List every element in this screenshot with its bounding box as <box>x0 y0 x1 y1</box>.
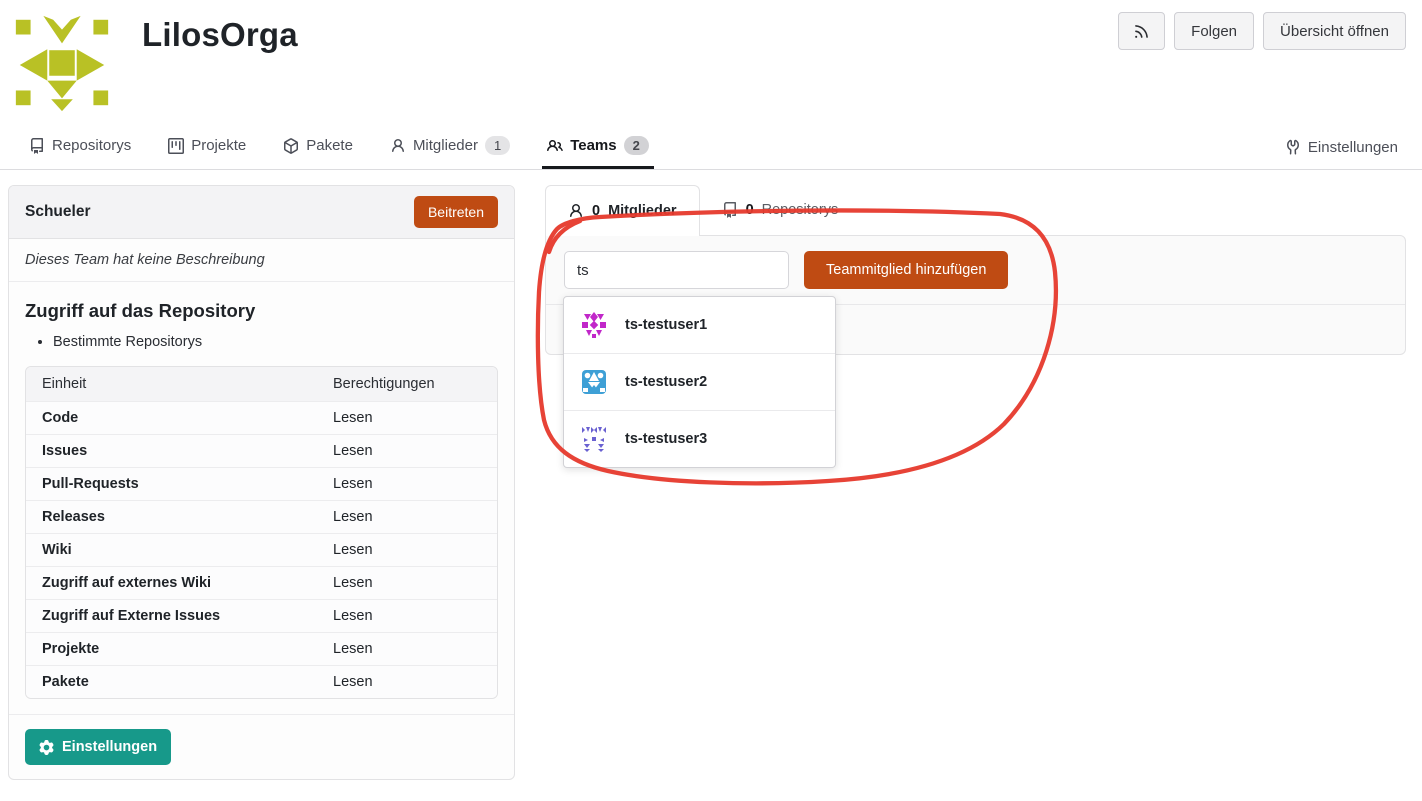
open-overview-button[interactable]: Übersicht öffnen <box>1263 12 1406 50</box>
org-avatar <box>8 8 116 116</box>
people-icon <box>547 138 563 154</box>
tools-icon <box>1285 139 1301 155</box>
team-settings-button[interactable]: Einstellungen <box>25 729 171 765</box>
teams-count-badge: 2 <box>624 136 649 155</box>
org-nav: Repositorys Projekte Pakete Mitglieder 1… <box>0 125 1422 170</box>
nav-label: Einstellungen <box>1308 139 1398 156</box>
permissions-table: Einheit Berechtigungen CodeLesen IssuesL… <box>25 366 498 699</box>
table-row: ReleasesLesen <box>26 500 497 533</box>
column-header-unit: Einheit <box>26 367 317 401</box>
nav-item-packages[interactable]: Pakete <box>278 125 358 169</box>
table-row: WikiLesen <box>26 533 497 566</box>
follow-button[interactable]: Folgen <box>1174 12 1254 50</box>
tab-members[interactable]: 0 Mitglieder <box>545 185 700 236</box>
nav-label: Pakete <box>306 137 353 154</box>
button-label: Einstellungen <box>62 739 157 755</box>
org-header: LilosOrga Folgen Übersicht öffnen <box>0 0 1422 116</box>
tab-label: Repositorys <box>762 202 839 218</box>
repo-icon <box>722 202 738 218</box>
package-icon <box>283 138 299 154</box>
table-row: PaketeLesen <box>26 665 497 698</box>
table-row: Zugriff auf externes WikiLesen <box>26 566 497 599</box>
team-description: Dieses Team hat keine Beschreibung <box>9 239 514 282</box>
tab-repositories[interactable]: 0 Repositorys <box>700 185 861 235</box>
user-name: ts-testuser3 <box>625 431 707 447</box>
nav-item-settings[interactable]: Einstellungen <box>1285 125 1398 169</box>
project-icon <box>168 138 184 154</box>
nav-item-teams[interactable]: Teams 2 <box>542 125 654 169</box>
gear-icon <box>39 740 54 755</box>
person-icon <box>568 203 584 219</box>
user-avatar <box>580 425 608 453</box>
tab-count: 0 <box>592 203 600 219</box>
members-count-badge: 1 <box>485 136 510 155</box>
user-suggestion-dropdown: ts-testuser1 ts- <box>563 296 836 468</box>
user-name: ts-testuser1 <box>625 317 707 333</box>
user-suggestion-item[interactable]: ts-testuser1 <box>564 297 835 353</box>
team-main-panel: 0 Mitglieder 0 Repositorys Teammitglied … <box>545 185 1406 355</box>
user-suggestion-item[interactable]: ts-testuser2 <box>564 353 835 410</box>
nav-item-projects[interactable]: Projekte <box>163 125 251 169</box>
column-header-permission: Berechtigungen <box>317 367 497 401</box>
user-avatar <box>580 368 608 396</box>
table-row: ProjekteLesen <box>26 632 497 665</box>
person-icon <box>390 138 406 154</box>
user-suggestion-item[interactable]: ts-testuser3 <box>564 410 835 467</box>
nav-label: Mitglieder <box>413 137 478 154</box>
nav-label: Repositorys <box>52 137 131 154</box>
nav-item-repositories[interactable]: Repositorys <box>24 125 136 169</box>
nav-label: Teams <box>570 137 616 154</box>
repo-access-heading: Zugriff auf das Repository <box>25 300 498 322</box>
table-row: Zugriff auf Externe IssuesLesen <box>26 599 497 632</box>
user-name: ts-testuser2 <box>625 374 707 390</box>
tab-label: Mitglieder <box>608 203 676 219</box>
nav-label: Projekte <box>191 137 246 154</box>
table-row: CodeLesen <box>26 401 497 434</box>
repo-access-mode: Bestimmte Repositorys <box>53 334 498 350</box>
table-row: IssuesLesen <box>26 434 497 467</box>
add-team-member-button[interactable]: Teammitglied hinzufügen <box>804 251 1008 289</box>
table-row: Pull-RequestsLesen <box>26 467 497 500</box>
rss-button[interactable] <box>1118 12 1165 50</box>
user-avatar <box>580 311 608 339</box>
team-sidebar: Schueler Beitreten Dieses Team hat keine… <box>8 185 515 780</box>
tab-count: 0 <box>746 202 754 218</box>
join-team-button[interactable]: Beitreten <box>414 196 498 228</box>
nav-item-members[interactable]: Mitglieder 1 <box>385 125 515 169</box>
page-title: LilosOrga <box>142 16 298 54</box>
rss-icon <box>1133 23 1150 40</box>
team-name: Schueler <box>25 203 90 221</box>
member-search-input[interactable] <box>564 251 789 289</box>
repo-icon <box>29 138 45 154</box>
